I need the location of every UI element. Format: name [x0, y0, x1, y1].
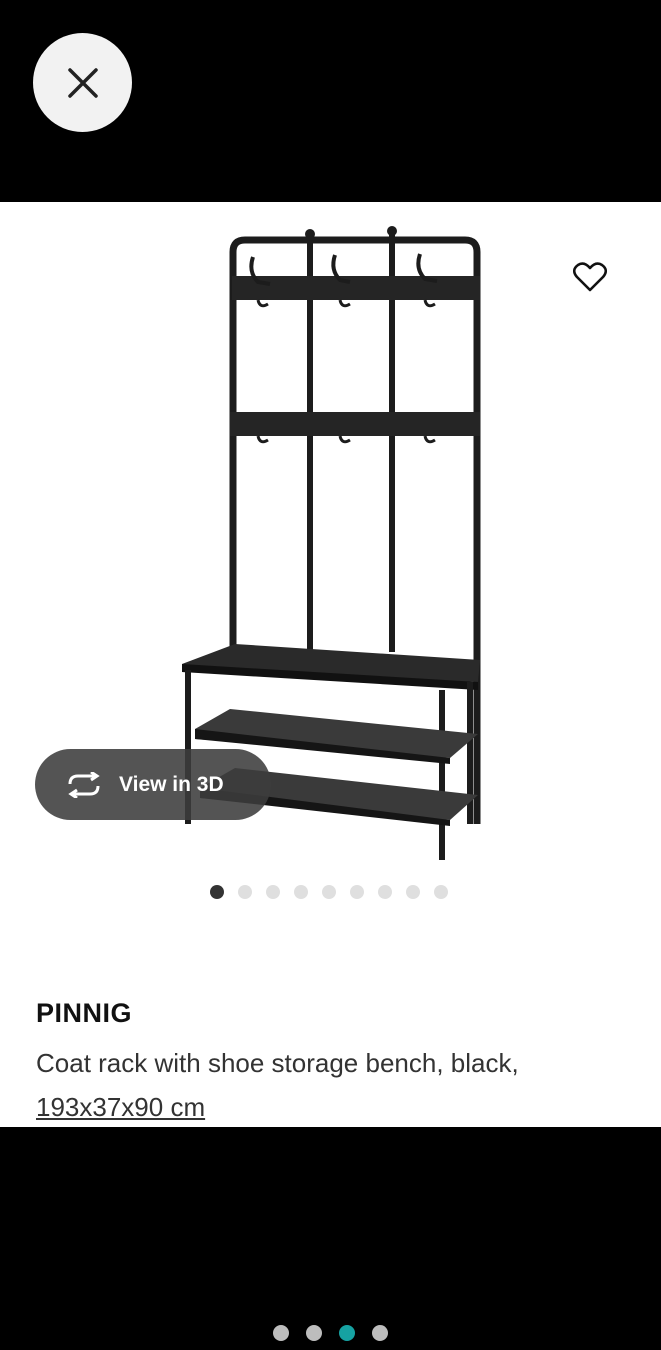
- page-dot[interactable]: [372, 1325, 388, 1341]
- carousel-dot[interactable]: [434, 885, 448, 899]
- carousel-dot[interactable]: [266, 885, 280, 899]
- heart-icon: [573, 262, 607, 292]
- product-name: PINNIG: [36, 998, 133, 1028]
- rotate-3d-icon: [65, 771, 105, 799]
- carousel-dot[interactable]: [406, 885, 420, 899]
- carousel-dot[interactable]: [238, 885, 252, 899]
- page-indicator: [273, 1325, 388, 1341]
- product-description-text: Coat rack with shoe storage bench, black…: [36, 1048, 519, 1078]
- carousel-dot[interactable]: [294, 885, 308, 899]
- product-dimensions-link[interactable]: 193x37x90 cm: [36, 1092, 205, 1122]
- product-card: View in 3D PINNIG Coat rack with shoe st…: [0, 202, 661, 1127]
- carousel-dot[interactable]: [378, 885, 392, 899]
- carousel-dot[interactable]: [210, 885, 224, 899]
- page-dot[interactable]: [273, 1325, 289, 1341]
- carousel-dot[interactable]: [322, 885, 336, 899]
- page-dot[interactable]: [339, 1325, 355, 1341]
- carousel-dot[interactable]: [350, 885, 364, 899]
- page-dot[interactable]: [306, 1325, 322, 1341]
- image-carousel-indicator: [210, 885, 448, 899]
- product-description: Coat rack with shoe storage bench, black…: [36, 1041, 636, 1127]
- view-in-3d-button[interactable]: View in 3D: [35, 749, 271, 820]
- view-in-3d-label: View in 3D: [119, 772, 224, 796]
- favorite-button[interactable]: [565, 252, 615, 302]
- close-icon: [67, 67, 98, 98]
- close-button[interactable]: [33, 33, 132, 132]
